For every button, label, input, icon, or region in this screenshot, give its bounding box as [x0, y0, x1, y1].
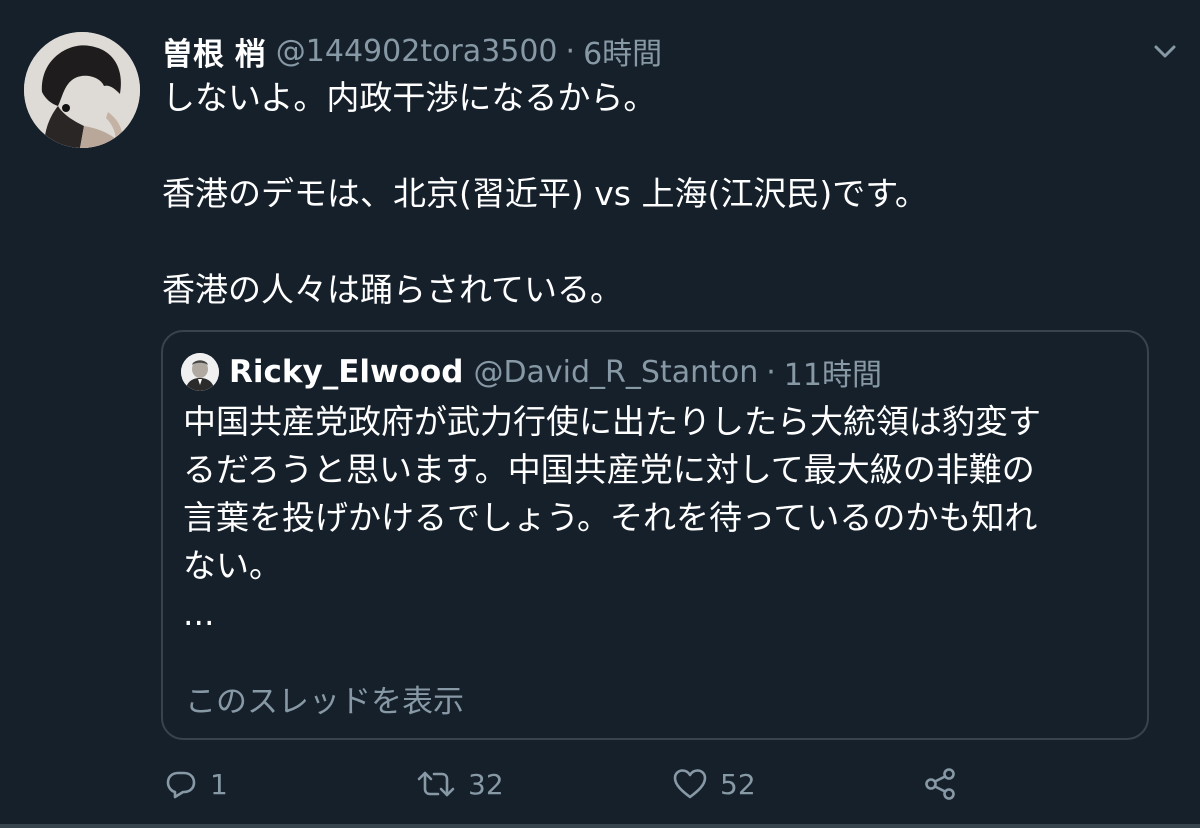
reply-button[interactable]: 1: [164, 762, 228, 806]
quoted-tweet-card[interactable]: Ricky_Elwood @David_R_Stanton · 11時間 中国共…: [161, 330, 1149, 740]
quoted-text-line: 言葉を投げかけるでしょう。それを待っているのかも知れ: [183, 498, 1038, 537]
divider: [0, 824, 1200, 828]
author-handle[interactable]: @144902tora3500: [276, 34, 558, 69]
tweet-text: しないよ。内政干渉になるから。 香港のデモは、北京(習近平) vs 上海(江沢民…: [162, 74, 1162, 314]
tweet-header: 曽根 梢 @144902tora3500 · 6時間: [162, 26, 662, 76]
quoted-text-line: ない。: [183, 546, 282, 585]
tweet-text-line: 香港の人々は踊らされている。: [162, 270, 624, 309]
reply-count: 1: [210, 767, 228, 801]
share-icon: [922, 766, 958, 802]
tweet-text-line: 香港のデモは、北京(習近平) vs 上海(江沢民)です。: [162, 174, 928, 213]
avatar-photo: [24, 32, 140, 148]
share-button[interactable]: [922, 762, 958, 806]
quoted-text-line: 中国共産党政府が武力行使に出たりしたら大統領は豹変す: [183, 402, 1041, 441]
quoted-avatar-photo: [181, 353, 219, 391]
quoted-tweet-timestamp: 11時間: [783, 358, 882, 393]
author-name[interactable]: 曽根 梢: [162, 29, 266, 74]
quoted-author-name: Ricky_Elwood: [229, 354, 464, 390]
meta-separator: ·: [766, 354, 776, 390]
retweet-button[interactable]: 32: [416, 762, 504, 806]
tweet-text-line: しないよ。内政干渉になるから。: [162, 78, 657, 117]
quoted-text-ellipsis: ...: [183, 594, 215, 633]
chevron-down-icon[interactable]: [1150, 36, 1180, 66]
quoted-tweet-text: 中国共産党政府が武力行使に出たりしたら大統領は豹変す るだろうと思います。中国共…: [183, 398, 1133, 638]
like-button[interactable]: 52: [672, 762, 756, 806]
meta-separator: ·: [565, 33, 576, 69]
heart-icon: [672, 767, 708, 801]
quoted-author-handle: @David_R_Stanton: [473, 354, 759, 390]
like-count: 52: [720, 767, 756, 801]
retweet-icon: [416, 767, 456, 801]
show-thread-link[interactable]: このスレッドを表示: [185, 676, 464, 721]
tweet-timestamp[interactable]: 6時間: [583, 29, 662, 73]
retweet-count: 32: [468, 767, 504, 801]
reply-icon: [164, 767, 198, 801]
quoted-text-line: るだろうと思います。中国共産党に対して最大級の非難の: [183, 450, 1035, 489]
quoted-tweet-header: Ricky_Elwood @David_R_Stanton · 11時間: [181, 348, 882, 396]
author-avatar[interactable]: [24, 32, 140, 148]
quoted-author-avatar: [181, 353, 219, 391]
